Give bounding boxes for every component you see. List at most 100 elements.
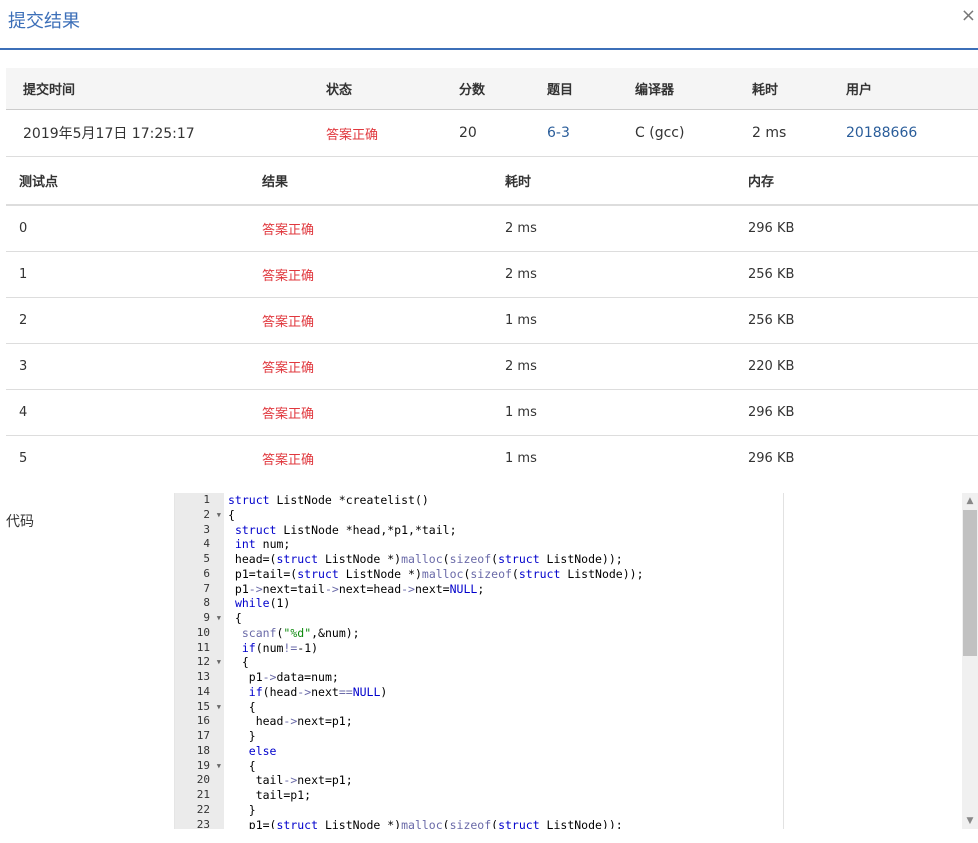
case-id: 5 bbox=[19, 451, 28, 466]
code-line: scanf("%d",&num); bbox=[241, 625, 360, 640]
line-number: 19 ▼ bbox=[196, 758, 221, 774]
code-line: } bbox=[228, 802, 256, 817]
code-line: struct ListNode *head,*p1,*tail; bbox=[234, 522, 457, 537]
problem-link[interactable]: 6-3 bbox=[547, 110, 570, 156]
line-number: 1 bbox=[203, 493, 210, 506]
elapsed-value: 2 ms bbox=[752, 125, 787, 141]
header-elapsed: 耗时 bbox=[752, 83, 779, 98]
header-test-point: 测试点 bbox=[19, 175, 59, 190]
case-id: 0 bbox=[19, 221, 28, 236]
scroll-up-icon[interactable]: ▲ bbox=[962, 493, 978, 509]
case-memory: 296 KB bbox=[748, 405, 795, 420]
fold-arrow-icon[interactable]: ▼ bbox=[217, 655, 221, 670]
code-line: while(1) bbox=[234, 596, 291, 611]
case-id: 1 bbox=[19, 267, 28, 282]
fold-arrow-icon[interactable]: ▼ bbox=[217, 508, 221, 523]
code-line: { bbox=[228, 507, 235, 522]
case-memory: 296 KB bbox=[748, 451, 795, 466]
line-number: 20 bbox=[196, 773, 210, 787]
compiler-value: C (gcc) bbox=[635, 125, 685, 141]
line-number: 10 bbox=[196, 625, 210, 639]
line-number: 11 bbox=[196, 640, 210, 654]
line-number: 4 bbox=[203, 537, 210, 551]
case-result: 答案正确 bbox=[262, 453, 315, 468]
submit-time: 2019年5月17日 17:25:17 bbox=[23, 126, 195, 142]
header-time: 耗时 bbox=[505, 175, 532, 190]
line-number: 12 ▼ bbox=[196, 655, 221, 670]
table-row: 0 答案正确 2 ms 296 KB bbox=[6, 206, 978, 252]
score-value: 20 bbox=[459, 125, 477, 141]
case-memory: 256 KB bbox=[748, 313, 795, 328]
code-line: struct ListNode *createlist() bbox=[228, 493, 429, 507]
test-cases-table: 测试点 结果 耗时 内存 0 答案正确 2 ms 296 KB 1 答案正确 2… bbox=[6, 157, 978, 481]
fold-arrow-icon[interactable]: ▼ bbox=[217, 700, 221, 715]
line-number: 2 ▼ bbox=[203, 507, 221, 523]
header-score: 分数 bbox=[459, 83, 486, 98]
line-number: 5 bbox=[203, 552, 210, 565]
code-line: head->next=p1; bbox=[228, 714, 353, 729]
line-number: 16 bbox=[196, 714, 210, 728]
case-id: 2 bbox=[19, 313, 28, 328]
case-time: 1 ms bbox=[505, 451, 537, 466]
header-result: 结果 bbox=[262, 175, 289, 190]
table-row: 3 答案正确 2 ms 220 KB bbox=[6, 344, 978, 390]
case-result: 答案正确 bbox=[262, 223, 315, 238]
header-compiler: 编译器 bbox=[635, 83, 675, 98]
case-time: 2 ms bbox=[505, 221, 537, 236]
case-time: 1 ms bbox=[505, 405, 537, 420]
fold-arrow-icon[interactable]: ▼ bbox=[217, 759, 221, 774]
summary-row: 2019年5月17日 17:25:17 答案正确 20 6-3 C (gcc) … bbox=[6, 110, 978, 157]
scrollbar-thumb[interactable] bbox=[963, 510, 977, 656]
case-id: 3 bbox=[19, 359, 28, 374]
line-number-gutter: 1 2 ▼ 3 4 5 6 7 8 9 ▼ 10 11 12 ▼ 13 14 15 ▼ 16 17 18 19 ▼ 20 21 22… bbox=[175, 493, 224, 829]
case-id: 4 bbox=[19, 405, 28, 420]
code-lines[interactable]: struct ListNode *createlist(){ struct Li… bbox=[228, 493, 963, 829]
code-line: int num; bbox=[234, 537, 291, 552]
case-time: 1 ms bbox=[505, 313, 537, 328]
line-number: 15 ▼ bbox=[196, 699, 221, 715]
line-number: 3 bbox=[203, 522, 210, 536]
summary-table: 提交时间 状态 分数 题目 编译器 耗时 用户 2019年5月17日 17:25… bbox=[6, 68, 978, 157]
dialog-header: 提交结果 × bbox=[0, 0, 978, 50]
user-link[interactable]: 20188666 bbox=[846, 110, 917, 156]
table-row: 2 答案正确 1 ms 256 KB bbox=[6, 298, 978, 344]
code-editor[interactable]: 1 2 ▼ 3 4 5 6 7 8 9 ▼ 10 11 12 ▼ 13 14 15 ▼ 16 17 18 19 ▼ 20 21 22… bbox=[174, 493, 963, 829]
code-line: } bbox=[228, 729, 256, 743]
code-line: p1->next=tail->next=head->next=NULL; bbox=[228, 581, 485, 596]
code-line: tail->next=p1; bbox=[228, 773, 353, 788]
line-number: 6 bbox=[203, 566, 210, 580]
header-submit-time: 提交时间 bbox=[23, 83, 76, 98]
scroll-down-icon[interactable]: ▼ bbox=[962, 813, 978, 829]
case-memory: 220 KB bbox=[748, 359, 795, 374]
table-row: 5 答案正确 1 ms 296 KB bbox=[6, 436, 978, 481]
code-line: { bbox=[228, 699, 256, 714]
table-row: 1 答案正确 2 ms 256 KB bbox=[6, 252, 978, 298]
code-line: head=(struct ListNode *)malloc(sizeof(st… bbox=[228, 552, 623, 566]
code-line: else bbox=[248, 743, 277, 758]
case-memory: 256 KB bbox=[748, 267, 795, 282]
case-result: 答案正确 bbox=[262, 315, 315, 330]
case-result: 答案正确 bbox=[262, 269, 315, 284]
code-scrollbar[interactable]: ▲ ▼ bbox=[962, 493, 978, 829]
line-number: 22 bbox=[196, 802, 210, 816]
header-memory: 内存 bbox=[748, 175, 775, 190]
cases-header-row: 测试点 结果 耗时 内存 bbox=[6, 157, 978, 206]
case-result: 答案正确 bbox=[262, 407, 315, 422]
code-line: p1=tail=(struct ListNode *)malloc(sizeof… bbox=[228, 566, 644, 581]
code-line: if(num!=-1) bbox=[241, 640, 319, 655]
header-problem: 题目 bbox=[547, 83, 574, 98]
code-line: tail=p1; bbox=[228, 788, 312, 802]
line-number: 13 bbox=[196, 670, 210, 683]
case-time: 2 ms bbox=[505, 267, 537, 282]
code-label: 代码 bbox=[6, 514, 34, 530]
case-time: 2 ms bbox=[505, 359, 537, 374]
summary-header-row: 提交时间 状态 分数 题目 编译器 耗时 用户 bbox=[6, 68, 978, 110]
line-number: 23 bbox=[196, 817, 210, 830]
line-number: 18 bbox=[196, 743, 210, 757]
code-line: p1=(struct ListNode *)malloc(sizeof(stru… bbox=[228, 817, 623, 830]
line-number: 7 bbox=[203, 581, 210, 595]
fold-arrow-icon[interactable]: ▼ bbox=[217, 611, 221, 626]
close-icon[interactable]: × bbox=[961, 6, 976, 26]
line-number: 17 bbox=[196, 729, 210, 742]
header-user: 用户 bbox=[846, 83, 873, 98]
